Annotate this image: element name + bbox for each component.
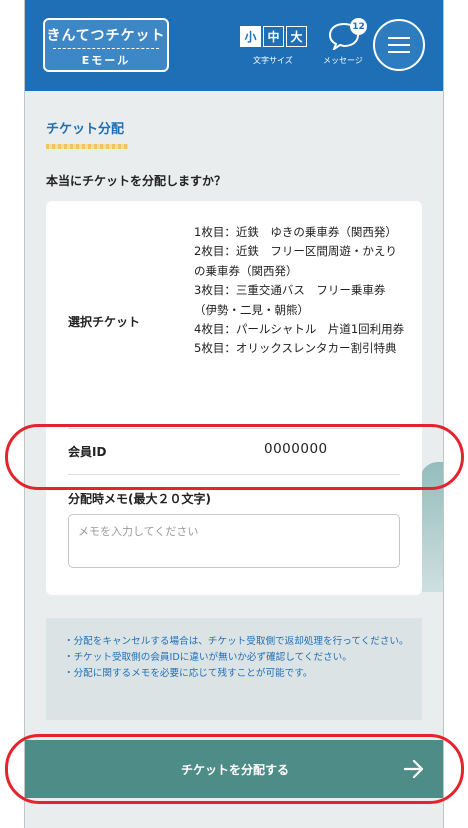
note-item: ・分配に関するメモを必要に応じて残すことが可能です。 <box>64 668 313 679</box>
memo-label: 分配時メモ(最大２０文字) <box>68 492 211 506</box>
title-underline-decoration <box>46 144 128 149</box>
font-size-label: 文字サイズ <box>253 56 293 65</box>
hamburger-menu-button[interactable] <box>373 19 425 71</box>
confirm-question: 本当にチケットを分配しますか？ <box>46 174 227 188</box>
hamburger-icon <box>388 37 410 53</box>
font-size-medium-button[interactable]: 中 <box>263 26 284 47</box>
ticket-list: 1枚目：近鉄 ゆきの乗車券（関西発） 2枚目：近鉄 フリー区間周遊・かえりの乗車… <box>194 223 406 359</box>
note-item: ・分配をキャンセルする場合は、チケット受取側で返却処理を行ってください。 <box>64 636 409 647</box>
font-size-large-button[interactable]: 大 <box>286 26 307 47</box>
message-count-badge: 12 <box>350 18 367 35</box>
logo-divider <box>53 48 159 49</box>
ticket-item: 4枚目：パールシャトル 片道1回利用券 <box>194 322 405 337</box>
app-header: きんてつチケット Eモール 小 中 大 文字サイズ 12 メッセージ <box>25 0 443 91</box>
font-size-selector: 小 中 大 <box>240 26 307 47</box>
background-wave-decoration <box>420 462 443 592</box>
logo-title: きんてつチケット <box>46 28 166 44</box>
note-item: ・チケット受取側の会員IDに違いが無いか必ず確認してください。 <box>64 652 352 663</box>
member-id-label: 会員ID <box>68 445 107 459</box>
ticket-item: 1枚目：近鉄 ゆきの乗車券（関西発） <box>194 225 397 239</box>
tickets-label: 選択チケット <box>68 315 141 329</box>
row-divider <box>68 428 400 429</box>
arrow-right-icon <box>403 759 424 779</box>
page-title: チケット分配 <box>46 122 125 137</box>
footer-area <box>25 798 443 828</box>
notes-box: ・分配をキャンセルする場合は、チケット受取側で返却処理を行ってください。 ・チケ… <box>46 618 422 720</box>
distribute-button-label: チケットを分配する <box>180 762 289 777</box>
logo-subtitle: Eモール <box>81 54 131 67</box>
ticket-item: 5枚目：オリックスレンタカー割引特典 <box>194 341 397 356</box>
memo-input[interactable] <box>68 514 400 568</box>
message-label: メッセージ <box>323 56 363 65</box>
member-id-value: 0000000 <box>264 441 328 457</box>
distribution-detail-card: 選択チケット 1枚目：近鉄 ゆきの乗車券（関西発） 2枚目：近鉄 フリー区間周遊… <box>46 201 422 595</box>
ticket-item: 3枚目：三重交通バス フリー乗車券（伊勢・二見・朝熊） <box>194 283 386 317</box>
row-divider <box>68 474 400 475</box>
font-size-small-button[interactable]: 小 <box>240 26 261 47</box>
site-logo[interactable]: きんてつチケット Eモール <box>43 18 169 72</box>
ticket-item: 2枚目：近鉄 フリー区間周遊・かえりの乗車券（関西発） <box>194 244 397 278</box>
distribute-ticket-button[interactable]: チケットを分配する <box>25 740 443 798</box>
app-screen: きんてつチケット Eモール 小 中 大 文字サイズ 12 メッセージ チケット分… <box>24 0 444 828</box>
